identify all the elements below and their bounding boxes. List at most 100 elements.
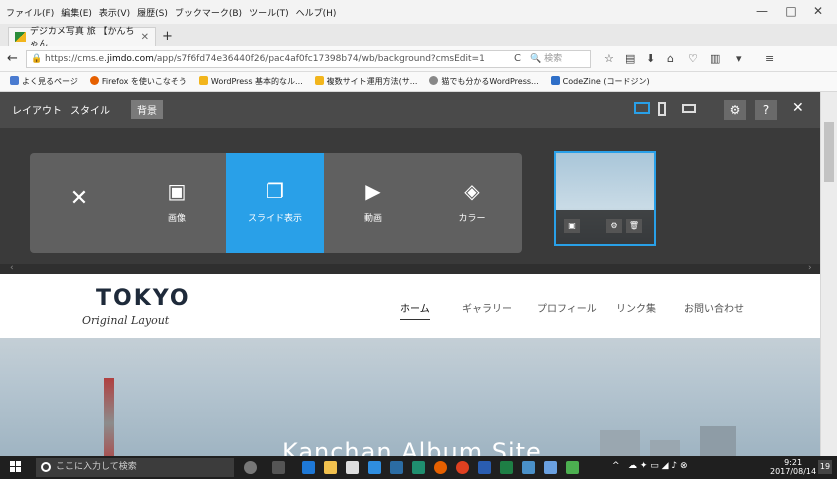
windows-start-icon[interactable] (10, 461, 22, 473)
home-icon[interactable]: ⌂ (667, 52, 674, 65)
option-color[interactable]: ◈ カラー (422, 153, 522, 253)
tab-background[interactable]: 背景 (131, 100, 163, 119)
photoshop-icon[interactable] (390, 461, 403, 474)
close-editor-button[interactable]: ✕ (792, 100, 804, 116)
crown-icon (314, 76, 324, 85)
menu-file[interactable]: ファイル(F) (6, 6, 54, 19)
option-slideshow[interactable]: ❐ スライド表示 (226, 153, 324, 253)
bookmark-item[interactable]: Firefox を使いこなそう (89, 76, 187, 87)
slideshow-thumbnail[interactable]: ▣ ⚙ 🗑 (554, 151, 656, 246)
slideshow-icon: ❐ (266, 179, 284, 203)
nav-links[interactable]: リンク集 (616, 300, 656, 315)
horizontal-scrollbar[interactable]: ‹ › (0, 263, 820, 274)
bookmark-item[interactable]: よく見るページ (10, 76, 78, 87)
reading-list-icon[interactable]: ▤ (625, 52, 635, 65)
gear-icon[interactable]: ⚙ (606, 219, 622, 233)
tablet-view-icon[interactable] (682, 104, 696, 113)
menu-edit[interactable]: 編集(E) (61, 6, 92, 19)
tray-icons[interactable]: ☁ ✦ ▭ ◢ ♪ ⊗ (628, 461, 688, 471)
back-button[interactable]: ← (7, 51, 18, 66)
excel-icon[interactable] (500, 461, 513, 474)
app-icon[interactable] (566, 461, 579, 474)
screen: ファイル(F) 編集(E) 表示(V) 履歴(S) ブックマーク(B) ツール(… (0, 0, 837, 479)
option-image[interactable]: ▣ 画像 (128, 153, 226, 253)
menu-help[interactable]: ヘルプ(H) (296, 6, 337, 19)
taskbar-search-placeholder: ここに入力して検索 (56, 462, 137, 472)
nav-gallery[interactable]: ギャラリー (462, 300, 512, 315)
minimize-button[interactable]: — (752, 4, 772, 18)
site-header: TOKYO Original Layout ホーム ギャラリー プロフィール リ… (0, 274, 820, 338)
app-icon[interactable] (522, 461, 535, 474)
bookmark-item[interactable]: WordPress 基本的なル... (198, 76, 303, 87)
bookmark-item[interactable]: 複数サイト運用方法(サ... (314, 76, 417, 87)
download-icon[interactable]: ⬇ (646, 52, 655, 65)
bookmark-icon (198, 76, 208, 85)
audition-icon[interactable] (412, 461, 425, 474)
browser-tab[interactable]: デジカメ写真 旅 【かんちゃん ✕ (8, 27, 156, 50)
url-prefix: https://cms.e. (45, 54, 107, 64)
option-video[interactable]: ▶ 動画 (324, 153, 422, 253)
vertical-scrollbar[interactable] (820, 92, 837, 456)
menu-view[interactable]: 表示(V) (99, 6, 130, 19)
image-icon: ▣ (167, 179, 187, 203)
codezine-icon (550, 76, 560, 85)
menu-history[interactable]: 履歴(S) (137, 6, 168, 19)
internet-explorer-icon[interactable] (368, 461, 381, 474)
nav-profile[interactable]: プロフィール (537, 300, 597, 315)
bookmark-icon (10, 76, 19, 85)
tab-layout[interactable]: レイアウト (12, 102, 62, 117)
menu-bookmarks[interactable]: ブックマーク(B) (175, 6, 242, 19)
option-none[interactable]: ✕ (30, 153, 128, 253)
chrome-icon[interactable] (456, 461, 469, 474)
trash-icon[interactable]: 🗑 (626, 219, 642, 233)
building-graphic (600, 430, 640, 456)
option-image-label: 画像 (167, 214, 186, 224)
nav-contact[interactable]: お問い合わせ (684, 300, 744, 315)
menu-tools[interactable]: ツール(T) (249, 6, 289, 19)
tab-style[interactable]: スタイル (70, 102, 110, 117)
reload-button[interactable]: C (514, 51, 521, 67)
site-logo[interactable]: TOKYO (96, 286, 191, 311)
new-tab-button[interactable]: + (162, 29, 173, 44)
nav-home[interactable]: ホーム (400, 300, 430, 320)
bookmark-item[interactable]: 猫でも分かるWordPress... (429, 76, 539, 87)
hamburger-menu-icon[interactable]: ≡ (765, 52, 774, 65)
desktop-view-icon[interactable] (634, 102, 650, 114)
settings-button[interactable]: ⚙ (724, 100, 746, 120)
pocket-icon[interactable]: ♡ (688, 52, 698, 65)
taskbar-search[interactable]: ここに入力して検索 (36, 458, 234, 477)
store-icon[interactable] (346, 461, 359, 474)
task-view-icon[interactable] (272, 461, 285, 474)
navigation-bar: ← 🔒 https://cms.e.jimdo.com/app/s7f6fd74… (0, 46, 837, 72)
scroll-thumb[interactable] (824, 122, 834, 182)
scroll-right-icon[interactable]: › (808, 263, 812, 273)
star-icon[interactable]: ☆ (604, 52, 614, 65)
tab-close-icon[interactable]: ✕ (141, 32, 149, 43)
scroll-left-icon[interactable]: ‹ (10, 263, 14, 273)
app-icon[interactable] (544, 461, 557, 474)
tab-strip: デジカメ写真 旅 【かんちゃん ✕ + (0, 24, 837, 50)
notification-icon[interactable]: 19 (818, 460, 832, 474)
word-icon[interactable] (478, 461, 491, 474)
bookmark-label: 猫でも分かるWordPress... (441, 77, 539, 86)
microphone-icon[interactable] (244, 461, 257, 474)
url-bar[interactable]: 🔒 https://cms.e.jimdo.com/app/s7f6fd74e3… (26, 50, 591, 68)
firefox-icon[interactable] (434, 461, 447, 474)
bookmark-label: Firefox を使いこなそう (101, 77, 187, 86)
mobile-view-icon[interactable] (658, 102, 666, 116)
maximize-button[interactable]: □ (781, 4, 801, 18)
bookmark-label: WordPress 基本的なル... (210, 77, 303, 86)
clock-date: 2017/08/14 (770, 467, 817, 476)
url-domain: jimdo.com (106, 54, 154, 64)
overflow-chevron-icon[interactable]: ▾ (736, 52, 742, 65)
file-explorer-icon[interactable] (324, 461, 337, 474)
bookmark-item[interactable]: CodeZine (コードジン) (550, 76, 650, 87)
cortana-icon (41, 462, 51, 472)
system-clock[interactable]: 9:21 2017/08/14 (770, 458, 816, 476)
image-icon[interactable]: ▣ (564, 219, 580, 233)
tray-chevron-icon[interactable]: ^ (612, 461, 620, 471)
close-window-button[interactable]: ✕ (808, 4, 828, 18)
help-button[interactable]: ? (755, 100, 777, 120)
edge-icon[interactable] (302, 461, 315, 474)
sidebar-icon[interactable]: ▥ (710, 52, 720, 65)
